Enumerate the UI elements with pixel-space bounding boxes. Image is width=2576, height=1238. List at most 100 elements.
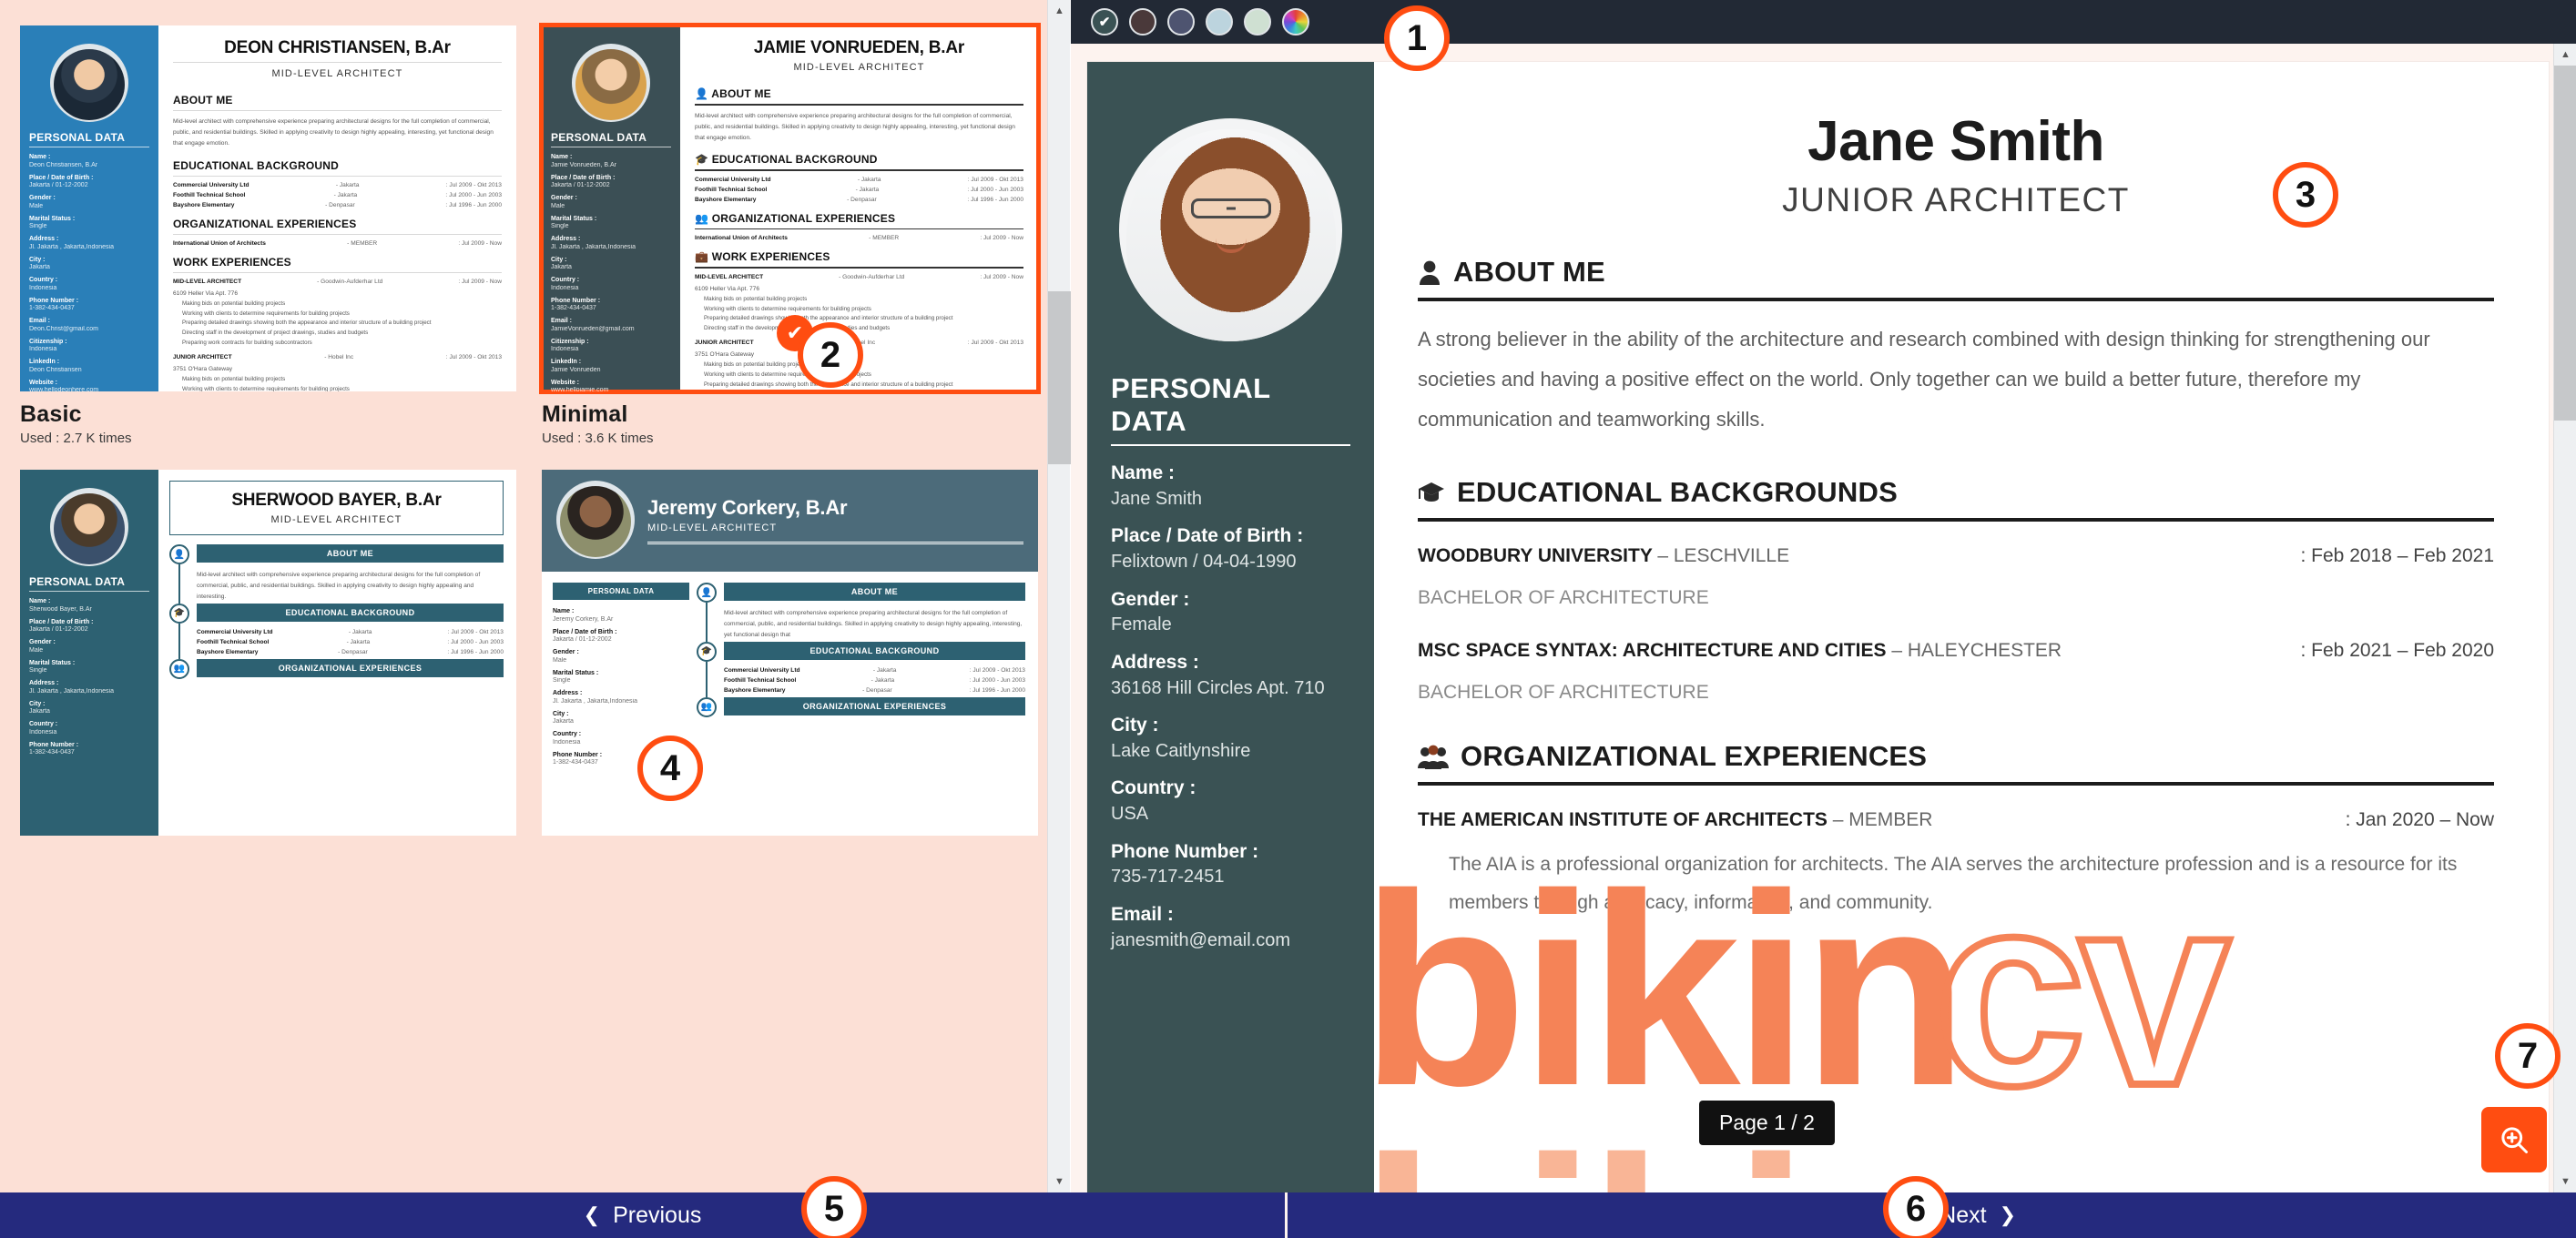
pd-val: Jl. Jakarta , Jakarta,Indonesia bbox=[29, 687, 114, 695]
entry-org: Bayshore Elementary bbox=[197, 648, 259, 655]
pd-val: Male bbox=[29, 202, 44, 209]
pd-key: Address : bbox=[29, 680, 59, 686]
template-card-jeremy[interactable]: Jeremy Corkery, B.Ar MID-LEVEL ARCHITECT… bbox=[542, 470, 1038, 846]
cv-section-title: ORGANIZATIONAL EXPERIENCES bbox=[1461, 740, 1928, 772]
pd-val: JamieVonrueden@gmail.com bbox=[551, 325, 635, 332]
cv-section-about: ABOUT ME bbox=[1418, 256, 2494, 289]
annotation-badge-1: 1 bbox=[1384, 5, 1450, 71]
pd-key: Country : bbox=[29, 721, 58, 727]
zoom-in-button[interactable] bbox=[2481, 1107, 2547, 1172]
entry-org: International Union of Architects bbox=[695, 235, 788, 242]
scroll-up-arrow-icon[interactable]: ▲ bbox=[2554, 44, 2576, 66]
bullet: Directing staff in the development of pr… bbox=[704, 325, 891, 332]
swatch-dark-brown[interactable] bbox=[1129, 8, 1156, 36]
pd-key: Address : bbox=[553, 690, 583, 696]
template-thumbnail[interactable]: Jeremy Corkery, B.Ar MID-LEVEL ARCHITECT… bbox=[542, 470, 1038, 836]
template-thumbnail[interactable]: PERSONAL DATA Name : Deon Christiansen, B… bbox=[20, 25, 516, 391]
scrollbar-thumb[interactable] bbox=[2554, 66, 2576, 421]
swatch-slate-blue[interactable] bbox=[1167, 8, 1195, 36]
entry-date: : Jul 2009 - Now bbox=[458, 278, 502, 285]
scroll-up-arrow-icon[interactable]: ▲ bbox=[1048, 0, 1071, 22]
previous-label: Previous bbox=[613, 1202, 702, 1228]
thumb-section-title: 💼 WORK EXPERIENCES bbox=[695, 250, 830, 264]
swatch-color-wheel[interactable] bbox=[1282, 8, 1309, 36]
scroll-down-arrow-icon[interactable]: ▼ bbox=[2554, 1171, 2576, 1192]
pd-val: Jakarta bbox=[29, 264, 50, 271]
entry-date: : Jul 1996 - Jun 2000 bbox=[969, 686, 1025, 694]
pd-key: Gender : bbox=[551, 195, 577, 201]
entry-place: - Denpasar bbox=[338, 648, 368, 655]
graduation-cap-icon: 🎓 bbox=[169, 603, 189, 624]
pd-key: Marital Status : bbox=[29, 215, 76, 222]
gallery-scrollbar[interactable]: ▲ ▼ bbox=[1047, 0, 1071, 1192]
annotation-badge-6: 6 bbox=[1883, 1176, 1949, 1238]
cv-section-title: EDUCATIONAL BACKGROUNDS bbox=[1457, 476, 1898, 508]
entry-date: : Jul 2009 - Okt 2013 bbox=[445, 353, 502, 360]
entry-date: : Jul 2009 - Now bbox=[980, 235, 1023, 242]
pd-key: Marital Status : bbox=[551, 215, 597, 222]
thumb-sidebar: PERSONAL DATA Name : Deon Christiansen, B… bbox=[20, 25, 158, 391]
entry-org: JUNIOR ARCHITECT bbox=[173, 353, 232, 360]
entry-date: : Feb 2018 – Feb 2021 bbox=[2300, 545, 2495, 566]
entry-degree: BACHELOR OF ARCHITECTURE bbox=[1418, 682, 1709, 703]
pd-key: Phone Number : bbox=[29, 741, 79, 748]
entry-org: Commercial University Ltd bbox=[695, 176, 771, 183]
entry-org: MID-LEVEL ARCHITECT bbox=[695, 273, 764, 280]
entry-date: : Jul 2009 - Okt 2013 bbox=[967, 176, 1023, 183]
scroll-down-arrow-icon[interactable]: ▼ bbox=[1048, 1171, 1071, 1192]
pd-val: Deon.Christ@gmail.com bbox=[29, 325, 98, 332]
entry-org: International Union of Architects bbox=[173, 239, 266, 247]
preview-scrollbar[interactable]: ▲ ▼ bbox=[2553, 44, 2576, 1192]
template-card-sherwood[interactable]: PERSONAL DATA Name : Sherwood Bayer, B.Ar… bbox=[20, 470, 516, 846]
entry-org: MID-LEVEL ARCHITECT bbox=[173, 278, 242, 285]
swatch-dark-teal[interactable]: ✔ bbox=[1091, 8, 1118, 36]
entry-place: - Goodwin-Aufderhar Ltd bbox=[317, 278, 383, 285]
scrollbar-thumb[interactable] bbox=[1048, 291, 1071, 464]
pd-val: Male bbox=[29, 646, 44, 654]
section-divider bbox=[1418, 518, 2494, 522]
cv-personal-item: Email : janesmith@email.com bbox=[1111, 903, 1350, 952]
cv-pd-key: Email : bbox=[1111, 903, 1174, 925]
template-card-minimal[interactable]: ✔ PERSONAL DATA Name : Jamie Vonrueden, B… bbox=[539, 23, 1041, 446]
bullet: Working with clients to determine requir… bbox=[704, 371, 871, 379]
swatch-light-blue[interactable] bbox=[1206, 8, 1233, 36]
pd-key: Place / Date of Birth : bbox=[553, 628, 617, 635]
entry-org: JUNIOR ARCHITECT bbox=[695, 340, 754, 347]
entry-date: : Jul 1996 - Jun 2000 bbox=[967, 196, 1023, 203]
entry-place: - Denpasar bbox=[325, 201, 355, 208]
cv-education-entry: WOODBURY UNIVERSITY – LESCHVILLE : Feb 2… bbox=[1418, 545, 2494, 609]
cv-pd-value: janesmith@email.com bbox=[1111, 929, 1291, 950]
cv-personal-data-title: PERSONAL DATA bbox=[1111, 372, 1350, 446]
entry-org: Foothill Technical School bbox=[724, 676, 797, 684]
bullet: Making bids on potential building projec… bbox=[182, 376, 286, 383]
color-toolbar[interactable]: ✔ bbox=[1071, 0, 2576, 44]
cv-pd-key: Name : bbox=[1111, 462, 1176, 483]
cv-name: Jane Smith bbox=[1807, 110, 2104, 173]
template-gallery-panel[interactable]: PERSONAL DATA Name : Deon Christiansen, B… bbox=[0, 0, 1047, 1192]
group-icon: 👥 bbox=[695, 211, 709, 225]
cv-personal-item: Country : USA bbox=[1111, 776, 1350, 826]
entry-org: Foothill Technical School bbox=[197, 638, 270, 645]
template-thumbnail[interactable]: ✔ PERSONAL DATA Name : Jamie Vonrueden, B… bbox=[539, 23, 1041, 394]
previous-button[interactable]: ❮ Previous bbox=[0, 1192, 1288, 1238]
pd-val: www.hellojamie.com bbox=[551, 387, 609, 391]
cv-avatar bbox=[1111, 118, 1350, 341]
thumb-section-title: EDUCATIONAL BACKGROUND bbox=[724, 641, 1025, 660]
entry-place: - Jakarta bbox=[333, 191, 358, 198]
entry-org: WOODBURY UNIVERSITY bbox=[1418, 545, 1653, 566]
template-card-basic[interactable]: PERSONAL DATA Name : Deon Christiansen, B… bbox=[20, 25, 516, 446]
thumb-section-text: Mid-level architect with comprehensive e… bbox=[197, 572, 481, 601]
cv-section-title: ABOUT ME bbox=[1453, 256, 1605, 288]
thumb-personal-title: PERSONAL DATA bbox=[553, 583, 689, 600]
graduation-cap-icon: 🎓 bbox=[695, 153, 709, 167]
thumb-section-title: WORK EXPERIENCES bbox=[173, 255, 291, 269]
pd-key: Citizenship : bbox=[551, 338, 589, 345]
template-row-1: PERSONAL DATA Name : Deon Christiansen, B… bbox=[20, 23, 1047, 446]
pd-val: Jakarta bbox=[29, 708, 50, 715]
template-thumbnail[interactable]: PERSONAL DATA Name : Sherwood Bayer, B.Ar… bbox=[20, 470, 516, 836]
thumb-avatar bbox=[50, 44, 128, 122]
pd-val: Jakarta bbox=[553, 718, 574, 726]
swatch-mint[interactable] bbox=[1244, 8, 1271, 36]
cv-pd-key: Country : bbox=[1111, 777, 1196, 799]
pd-val: 1-382-434-0437 bbox=[551, 305, 596, 312]
